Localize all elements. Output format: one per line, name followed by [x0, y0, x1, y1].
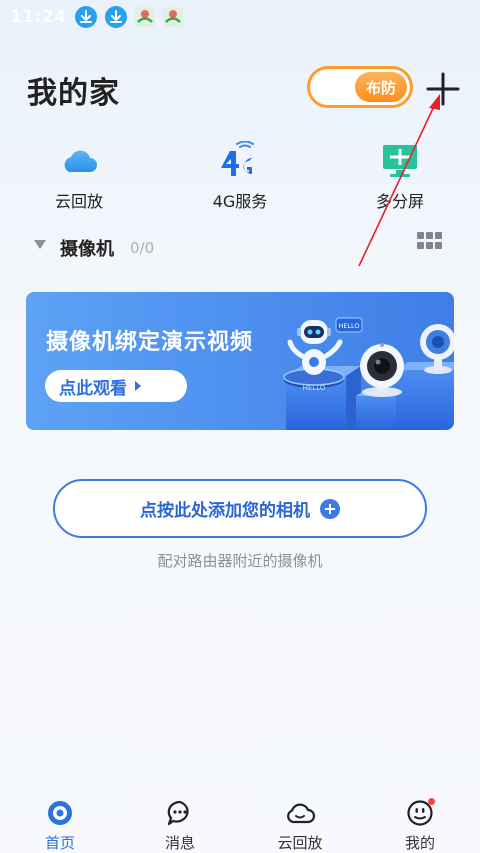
nav-cloud-playback[interactable]: 云回放: [240, 790, 360, 853]
robot-camera-illustration: HELLO HELLO: [283, 317, 454, 430]
hello-base-text: HELLO: [303, 384, 326, 392]
message-icon: [165, 798, 195, 828]
quick-action-cloud-playback[interactable]: 云回放: [24, 140, 134, 212]
add-camera-button[interactable]: 点按此处添加您的相机: [53, 479, 427, 538]
cloud-playback-icon: [285, 798, 315, 828]
page-title: 我的家: [27, 76, 120, 111]
download-icon: [74, 6, 97, 28]
annotation-arrow-icon: [358, 94, 440, 267]
bottom-navigation: 首页 消息 云回放 我的: [0, 790, 480, 853]
banner-title: 摄像机绑定演示视频: [46, 330, 254, 355]
quick-action-label: 4G服务: [212, 192, 268, 211]
download-icon: [104, 6, 127, 28]
nav-messages[interactable]: 消息: [120, 790, 240, 853]
plus-circle-icon: [320, 498, 340, 519]
app-notification-icon: [162, 7, 183, 27]
notification-dot: [428, 798, 435, 805]
nav-profile[interactable]: 我的: [360, 790, 480, 853]
collapse-caret-icon[interactable]: [34, 240, 46, 249]
camera-section-title[interactable]: 摄像机: [60, 235, 114, 261]
home-icon: [45, 798, 75, 828]
app-notification-icon: [134, 7, 155, 27]
quick-action-label: 云回放: [54, 192, 103, 211]
tutorial-banner[interactable]: 摄像机绑定演示视频 点此观看 HELLO HELLO: [26, 292, 454, 430]
nav-home[interactable]: 首页: [0, 790, 120, 853]
nav-label: 首页: [44, 834, 75, 852]
status-bar: 11:24: [0, 0, 480, 34]
nav-label: 云回放: [277, 834, 323, 852]
watch-now-button[interactable]: 点此观看: [45, 370, 187, 402]
nav-label: 消息: [164, 834, 195, 852]
hello-bubble-text: HELLO: [338, 322, 359, 330]
watch-now-label: 点此观看: [59, 378, 127, 399]
play-arrow-icon: [135, 381, 141, 391]
quick-action-4g-service[interactable]: 4G服务: [185, 140, 295, 212]
status-time: 11:24: [10, 7, 67, 27]
nav-label: 我的: [404, 834, 435, 852]
cloud-icon: [59, 140, 99, 182]
camera-count: 0/0: [130, 239, 155, 257]
4g-icon: [218, 140, 262, 182]
add-camera-label: 点按此处添加您的相机: [140, 501, 310, 521]
add-camera-hint: 配对路由器附近的摄像机: [157, 552, 323, 570]
